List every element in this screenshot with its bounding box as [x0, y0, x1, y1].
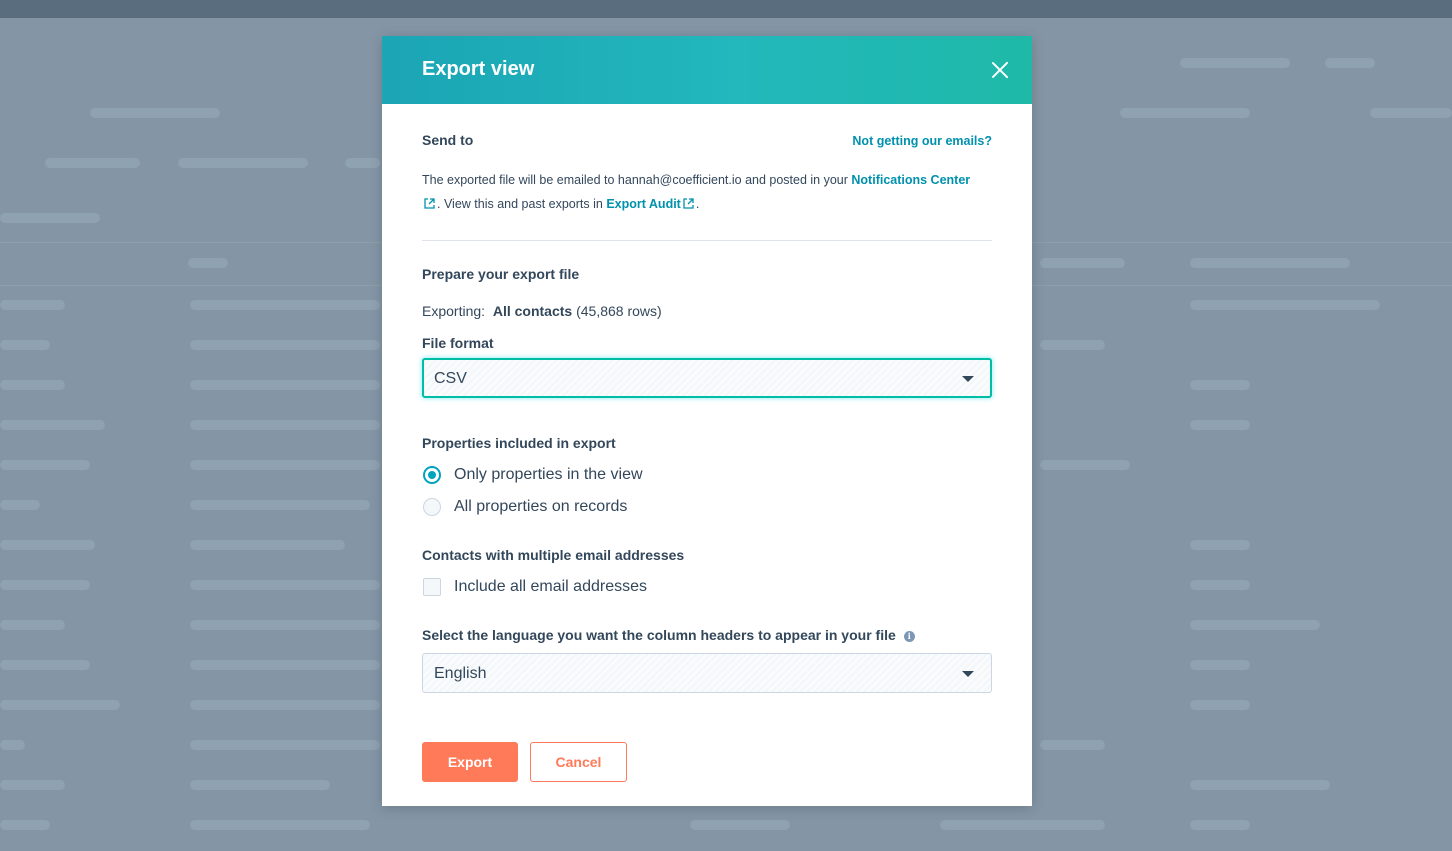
file-format-label: File format: [422, 335, 494, 351]
cancel-button[interactable]: Cancel: [530, 742, 627, 782]
section-divider: [422, 240, 992, 241]
multiple-emails-heading: Contacts with multiple email addresses: [422, 547, 685, 563]
radio-button-checked[interactable]: [423, 466, 441, 484]
prepare-heading: Prepare your export file: [422, 266, 580, 282]
send-to-text-middle: . View this and past exports in: [437, 197, 607, 211]
send-to-description: The exported file will be emailed to han…: [422, 168, 992, 216]
radio-button[interactable]: [423, 498, 441, 516]
language-label: Select the language you want the column …: [422, 627, 915, 643]
send-to-heading: Send to: [422, 132, 474, 148]
file-format-value: CSV: [434, 370, 467, 387]
dialog-title: Export view: [422, 58, 535, 80]
external-link-icon[interactable]: [683, 193, 694, 209]
exporting-summary: Exporting: All contacts (45,868 rows): [422, 303, 662, 319]
export-audit-link[interactable]: Export Audit: [606, 197, 681, 211]
exporting-view-name: All contacts: [492, 303, 573, 319]
language-select[interactable]: English: [422, 653, 992, 693]
include-all-emails-checkbox[interactable]: [423, 578, 441, 596]
caret-down-icon: [962, 376, 974, 382]
properties-heading: Properties included in export: [422, 435, 616, 451]
exporting-row-count: (45,868 rows): [576, 303, 662, 319]
radio-label: Only properties in the view: [454, 466, 643, 483]
radio-all-properties-on-records[interactable]: All properties on records: [422, 497, 682, 519]
send-to-text-end: .: [695, 197, 700, 211]
radio-only-properties-in-view[interactable]: Only properties in the view: [422, 465, 682, 487]
export-view-dialog: Export view Send to Not getting our emai…: [382, 36, 1032, 806]
caret-down-icon: [962, 671, 974, 677]
language-value: English: [434, 665, 487, 682]
notifications-center-link[interactable]: Notifications Center: [851, 173, 970, 187]
exporting-label: Exporting:: [422, 303, 486, 319]
radio-label: All properties on records: [454, 498, 628, 515]
checkbox-label: Include all email addresses: [454, 578, 647, 595]
info-icon[interactable]: i: [903, 631, 915, 642]
close-icon[interactable]: [988, 58, 1012, 82]
export-button[interactable]: Export: [422, 742, 518, 782]
send-to-text: The exported file will be emailed to han…: [422, 173, 852, 187]
language-label-text: Select the language you want the column …: [422, 627, 896, 643]
not-getting-emails-link[interactable]: Not getting our emails?: [852, 134, 992, 148]
external-link-icon[interactable]: [424, 193, 435, 209]
dialog-header: Export view: [382, 36, 1032, 104]
file-format-select[interactable]: CSV: [422, 358, 992, 398]
include-all-emails-option[interactable]: Include all email addresses: [422, 577, 682, 599]
